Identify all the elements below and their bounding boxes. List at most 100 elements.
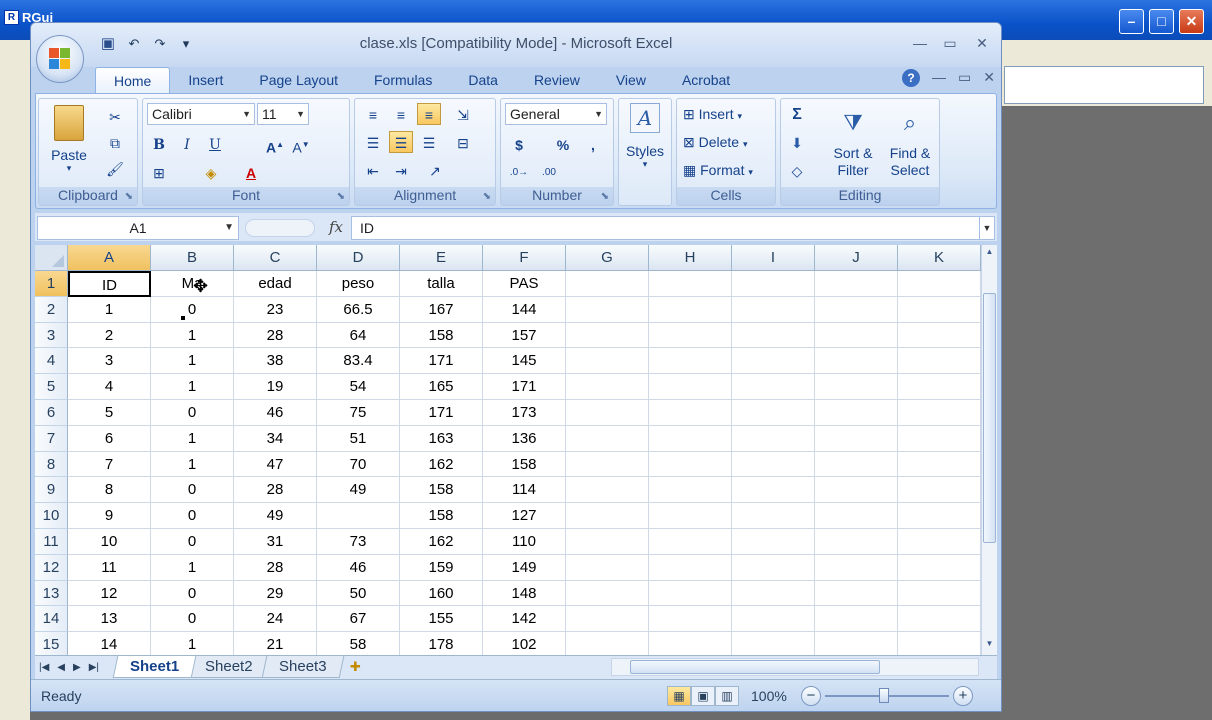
tab-acrobat[interactable]: Acrobat [664, 67, 748, 93]
zoom-slider-thumb[interactable] [879, 688, 889, 703]
cell[interactable]: 23 [234, 296, 317, 323]
minimize-icon[interactable]: — [932, 69, 946, 87]
cell[interactable] [732, 632, 815, 655]
close-icon[interactable]: ✕ [983, 69, 995, 87]
row-header[interactable]: 6 [35, 399, 68, 426]
row-header[interactable]: 7 [35, 425, 68, 452]
cell[interactable] [649, 528, 732, 555]
office-button[interactable] [36, 35, 84, 83]
cell[interactable]: 162 [400, 528, 483, 555]
cell[interactable]: 54 [317, 374, 400, 400]
borders-icon[interactable]: ⊞ [147, 161, 171, 183]
cell[interactable]: 165 [400, 374, 483, 400]
select-all-button[interactable] [35, 245, 68, 271]
tab-review[interactable]: Review [516, 67, 598, 93]
bold-button[interactable]: B [147, 133, 171, 155]
cell[interactable] [566, 528, 649, 555]
number-format-combo[interactable]: General ▼ [505, 103, 607, 125]
align-middle-icon[interactable]: ≡ [389, 103, 413, 125]
chevron-down-icon[interactable]: ▼ [242, 104, 251, 124]
dialog-launcher-icon[interactable]: ⬊ [483, 191, 491, 202]
cell[interactable]: 136 [483, 425, 566, 452]
cell[interactable] [898, 348, 981, 375]
restore-icon[interactable]: ▭ [937, 33, 963, 53]
cell[interactable] [649, 606, 732, 633]
font-color-icon[interactable]: A [239, 161, 263, 183]
cell[interactable]: 110 [483, 528, 566, 555]
cell[interactable]: 67 [317, 606, 400, 633]
expand-formula-bar-icon[interactable]: ▼ [979, 216, 995, 240]
zoom-out-icon[interactable]: − [801, 686, 821, 706]
page-layout-view-icon[interactable]: ▣ [691, 686, 715, 706]
close-icon[interactable]: ✕ [1179, 9, 1204, 34]
cell[interactable]: 29 [234, 580, 317, 607]
comma-button[interactable]: , [581, 133, 605, 155]
font-name-combo[interactable]: Calibri ▼ [147, 103, 255, 125]
cell[interactable] [566, 477, 649, 504]
cell[interactable]: 0 [151, 528, 234, 555]
cell[interactable]: 0 [151, 296, 234, 323]
cell[interactable]: 28 [234, 322, 317, 349]
tab-home[interactable]: Home [95, 67, 171, 93]
fill-icon[interactable]: ⬇ [785, 131, 809, 153]
cell[interactable] [815, 271, 898, 297]
cell[interactable] [566, 271, 649, 297]
cell[interactable] [815, 580, 898, 607]
row-header[interactable]: 4 [35, 348, 68, 375]
styles-button[interactable]: A Styles ▾ [621, 103, 669, 183]
insert-sheet-icon[interactable]: ✚ [341, 656, 369, 678]
tab-data[interactable]: Data [450, 67, 516, 93]
cell[interactable]: peso [317, 271, 400, 297]
cell[interactable]: 2 [68, 322, 151, 349]
cell[interactable]: 158 [400, 503, 483, 529]
row-header[interactable]: 10 [35, 503, 68, 529]
cell[interactable] [566, 425, 649, 452]
cell[interactable] [815, 528, 898, 555]
cell[interactable] [732, 554, 815, 581]
cell[interactable] [732, 503, 815, 529]
row-header[interactable]: 2 [35, 296, 68, 323]
increase-decimal-icon[interactable]: .0→ [507, 161, 531, 183]
row-header[interactable]: 12 [35, 554, 68, 581]
cell[interactable] [815, 451, 898, 478]
first-sheet-icon[interactable]: |◀ [39, 658, 49, 678]
dialog-launcher-icon[interactable]: ⬊ [601, 191, 609, 202]
cell[interactable] [649, 425, 732, 452]
decrease-indent-icon[interactable]: ⇤ [361, 159, 385, 181]
cell[interactable]: 64 [317, 322, 400, 349]
row-header[interactable]: 11 [35, 528, 68, 555]
cell[interactable]: 5 [68, 399, 151, 426]
column-header[interactable]: F [483, 245, 566, 271]
cell[interactable] [815, 374, 898, 400]
align-center-icon[interactable]: ☰ [389, 131, 413, 153]
cell[interactable] [566, 606, 649, 633]
cell[interactable] [649, 632, 732, 655]
fill-color-icon[interactable]: ◈ [199, 161, 223, 183]
align-bottom-icon[interactable]: ≡ [417, 103, 441, 125]
zoom-level[interactable]: 100% [751, 688, 787, 704]
tab-view[interactable]: View [598, 67, 664, 93]
cell[interactable] [566, 374, 649, 400]
background-console-input[interactable] [1004, 66, 1204, 104]
font-size-combo[interactable]: 11 ▼ [257, 103, 309, 125]
cell[interactable]: 1 [151, 374, 234, 400]
name-box[interactable]: A1 ▼ [37, 216, 239, 240]
cell[interactable] [732, 528, 815, 555]
cell[interactable] [732, 477, 815, 504]
sheet-tab-sheet1[interactable]: Sheet1 [112, 656, 197, 678]
align-right-icon[interactable]: ☰ [417, 131, 441, 153]
cell[interactable] [649, 374, 732, 400]
cell[interactable] [898, 374, 981, 400]
cell[interactable]: 155 [400, 606, 483, 633]
cell[interactable]: 13 [68, 606, 151, 633]
cell[interactable]: 28 [234, 477, 317, 504]
cell[interactable]: 1 [151, 451, 234, 478]
cell[interactable]: 162 [400, 451, 483, 478]
cell[interactable] [898, 322, 981, 349]
column-header[interactable]: B [151, 245, 234, 271]
copy-icon[interactable]: ⧉ [103, 131, 127, 153]
orientation-icon[interactable]: ↗ [423, 159, 447, 181]
cell[interactable]: 12 [68, 580, 151, 607]
cell[interactable] [566, 632, 649, 655]
decrease-decimal-icon[interactable]: .00 [537, 161, 561, 183]
